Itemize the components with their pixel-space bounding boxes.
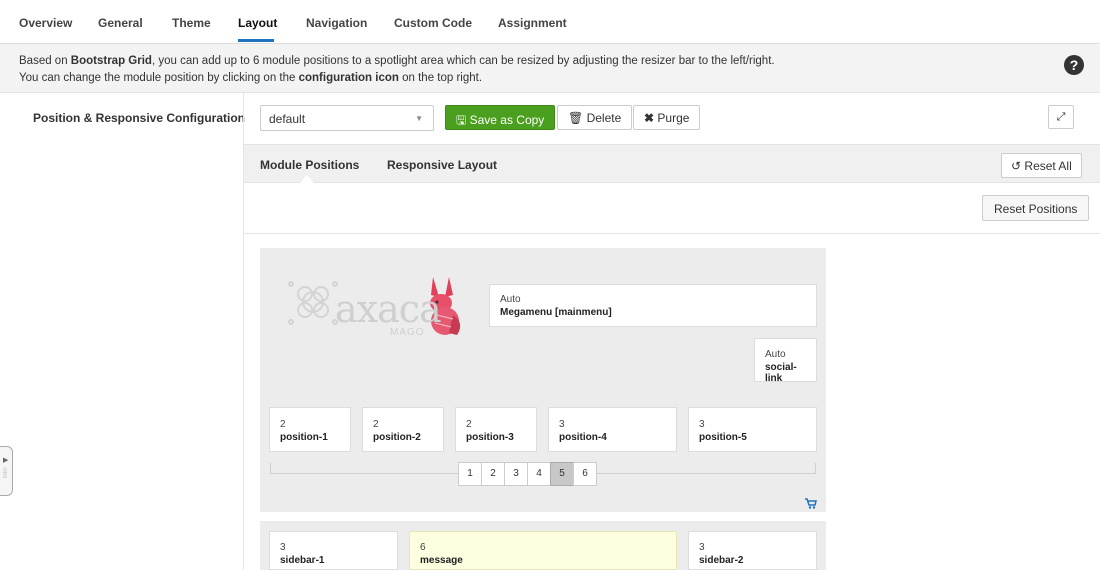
- layout-subtabs: Module Positions Responsive Layout: [244, 144, 1100, 183]
- purge-button[interactable]: ✖ Purge: [633, 105, 701, 130]
- logo-ornament-icon: [288, 281, 338, 325]
- layout-select-value: default: [269, 112, 306, 126]
- position-1-box[interactable]: 2 position-1: [269, 407, 351, 452]
- config-tabs: Overview General Theme Layout Navigation…: [0, 0, 1100, 44]
- help-line-2: You can change the module position by cl…: [19, 72, 483, 84]
- resizer-track-end: [815, 463, 816, 474]
- columns-2-button[interactable]: 2: [481, 462, 505, 486]
- position-message[interactable]: 6 message: [409, 531, 677, 570]
- position-3-box[interactable]: 2 position-3: [455, 407, 537, 452]
- chevron-right-icon: ▶: [3, 457, 9, 464]
- grip-icon: ⁞⁞ ⁞⁞: [3, 468, 7, 480]
- logo-subtext: MAGO: [390, 327, 425, 338]
- position-4-box[interactable]: 3 position-4: [548, 407, 677, 452]
- position-5-box[interactable]: 3 position-5: [688, 407, 817, 452]
- tab-general[interactable]: General: [98, 16, 143, 30]
- position-social-link[interactable]: Auto social-link: [754, 338, 817, 384]
- tab-responsive-layout[interactable]: Responsive Layout: [387, 158, 497, 172]
- cart-icon[interactable]: [805, 498, 817, 512]
- reset-positions-button[interactable]: Reset Positions: [982, 195, 1090, 221]
- position-sidebar-2[interactable]: 3 sidebar-2: [688, 531, 817, 570]
- floppy-icon: 🖫: [456, 113, 467, 127]
- delete-button[interactable]: 🗑 Delete: [557, 105, 633, 130]
- columns-5-button[interactable]: 5: [550, 462, 574, 486]
- logo-wordmark: axaca: [335, 287, 442, 331]
- reset-all-button[interactable]: ↺ Reset All: [1001, 153, 1082, 178]
- tab-overview[interactable]: Overview: [19, 16, 72, 30]
- close-icon: ✖: [644, 111, 655, 125]
- position-2-box[interactable]: 2 position-2: [362, 407, 444, 452]
- tab-navigation[interactable]: Navigation: [306, 16, 367, 30]
- columns-6-button[interactable]: 6: [573, 462, 597, 486]
- position-megamenu[interactable]: Auto Megamenu [mainmenu]: [489, 284, 817, 327]
- tab-custom-code[interactable]: Custom Code: [394, 16, 472, 30]
- section-divider: [244, 233, 1100, 234]
- help-line-1: Based on Bootstrap Grid, you can add up …: [19, 55, 775, 67]
- subtab-pointer: [300, 175, 314, 183]
- help-icon[interactable]: ?: [1064, 55, 1084, 75]
- expand-icon[interactable]: ⤢: [1048, 105, 1074, 129]
- columns-3-button[interactable]: 3: [504, 462, 528, 486]
- tab-layout[interactable]: Layout: [238, 16, 277, 30]
- tab-assignment[interactable]: Assignment: [498, 16, 567, 30]
- sidebar-toggle-handle[interactable]: ▶ ⁞⁞ ⁞⁞: [0, 446, 13, 496]
- columns-4-button[interactable]: 4: [527, 462, 551, 486]
- undo-icon: ↺: [1011, 159, 1022, 173]
- position-config-label: Position & Responsive Configuration: [33, 111, 246, 125]
- trash-icon: 🗑: [568, 111, 584, 125]
- columns-1-button[interactable]: 1: [458, 462, 482, 486]
- chevron-down-icon: ▼: [415, 114, 423, 123]
- layout-help-text: Based on Bootstrap Grid, you can add up …: [0, 44, 1100, 93]
- tab-module-positions[interactable]: Module Positions: [260, 158, 359, 172]
- resizer-track-start: [270, 463, 271, 474]
- layout-select[interactable]: default ▼: [260, 105, 434, 131]
- save-as-copy-button[interactable]: 🖫 Save as Copy: [445, 105, 556, 130]
- active-tab-indicator: [238, 39, 274, 42]
- tab-theme[interactable]: Theme: [172, 16, 211, 30]
- cart-glyph: [805, 498, 817, 509]
- position-sidebar-1[interactable]: 3 sidebar-1: [269, 531, 398, 570]
